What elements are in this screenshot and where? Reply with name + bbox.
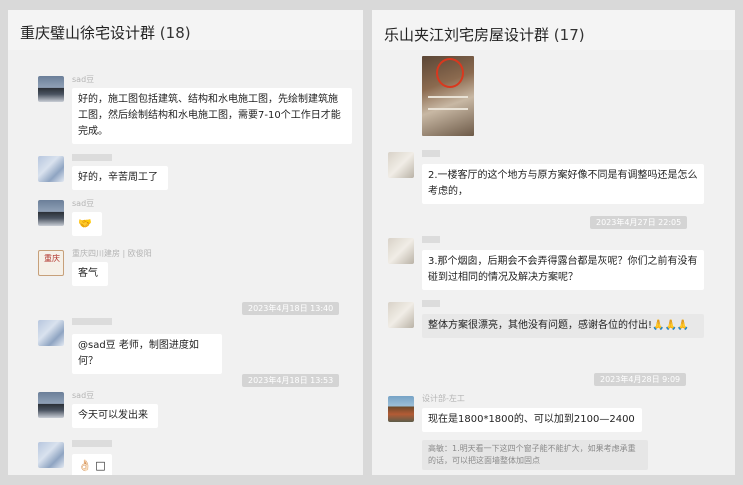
sender-name-blurred (422, 150, 440, 157)
chat-panel-left: 重庆璧山徐宅设计群 (18) sad豆 好的，施工图包括建筑、结构和水电施工图，… (8, 10, 363, 475)
avatar-seal-text: 重庆 (44, 254, 60, 263)
avatar[interactable] (38, 442, 64, 468)
timestamp: 2023年4月18日 13:53 (242, 374, 340, 387)
message-bubble[interactable]: 👌🏻 □ (72, 454, 112, 475)
message-bubble[interactable]: 好的，辛苦周工了 (72, 166, 168, 190)
group-title[interactable]: 乐山夹江刘宅房屋设计群 (17) (384, 24, 585, 45)
message-bubble[interactable]: 整体方案很漂亮，其他没有问题，感谢各位的付出!🙏🙏🙏 (422, 314, 704, 338)
chat-panel-right: 乐山夹江刘宅房屋设计群 (17) 2.一楼客厅的这个地方与原方案好像不同是有调整… (372, 10, 735, 475)
highlight-circle (436, 58, 464, 88)
sender-name-blurred (72, 154, 112, 161)
avatar[interactable] (388, 152, 414, 178)
message-bubble[interactable]: 好的，施工图包括建筑、结构和水电施工图，先绘制建筑施工图，然后绘制结构和水电施工… (72, 88, 352, 144)
avatar[interactable] (38, 320, 64, 346)
message-bubble[interactable]: 🤝 (72, 212, 102, 236)
sender-name: sad豆 (72, 75, 95, 84)
timestamp: 2023年4月27日 22:05 (590, 216, 688, 229)
group-title[interactable]: 重庆璧山徐宅设计群 (18) (20, 22, 191, 43)
railing-line (428, 96, 468, 98)
avatar[interactable] (388, 302, 414, 328)
message-bubble[interactable]: 2.一楼客厅的这个地方与原方案好像不同是有调整吗还是怎么考虑的， (422, 164, 704, 204)
sender-name-blurred (422, 300, 440, 307)
avatar[interactable] (38, 76, 64, 102)
message-bubble[interactable]: 3.那个烟囱，后期会不会弄得露台都是灰呢？你们之前有没有碰到过相同的情况及解决方… (422, 250, 704, 290)
chat-header-left: 重庆璧山徐宅设计群 (18) (8, 10, 363, 50)
sender-name: sad豆 (72, 391, 95, 400)
avatar[interactable] (388, 396, 414, 422)
avatar[interactable]: 重庆 (38, 250, 64, 276)
sender-name-blurred (422, 236, 440, 243)
image-message[interactable] (422, 56, 474, 136)
sender-name: 设计部-左工 (422, 394, 465, 403)
member-count: (17) (553, 26, 585, 44)
member-count: (18) (159, 24, 191, 42)
avatar[interactable] (38, 392, 64, 418)
timestamp: 2023年4月18日 13:40 (242, 302, 340, 315)
sender-name-blurred (72, 440, 112, 447)
group-name: 重庆璧山徐宅设计群 (20, 24, 156, 42)
sender-name: 重庆四川建房 | 欧俊阳 (72, 249, 152, 258)
message-list-right[interactable]: 2.一楼客厅的这个地方与原方案好像不同是有调整吗还是怎么考虑的， 2023年4月… (372, 50, 735, 475)
sender-name: sad豆 (72, 199, 95, 208)
sender-name-blurred (72, 318, 112, 325)
timestamp: 2023年4月28日 9:09 (594, 373, 687, 386)
message-bubble[interactable]: 客气 (72, 262, 108, 286)
chat-header-right: 乐山夹江刘宅房屋设计群 (17) (372, 10, 735, 50)
message-list-left[interactable]: sad豆 好的，施工图包括建筑、结构和水电施工图，先绘制建筑施工图，然后绘制结构… (8, 50, 363, 475)
message-bubble[interactable]: 现在是1800*1800的、可以加到2100—2400 (422, 408, 642, 432)
quoted-message[interactable]: 高敏：1.明天看一下这四个窗子能不能扩大，如果考虑承重的话，可以把这面墙整体加固… (422, 440, 648, 470)
group-name: 乐山夹江刘宅房屋设计群 (384, 26, 550, 44)
avatar[interactable] (388, 238, 414, 264)
avatar[interactable] (38, 200, 64, 226)
railing-line (428, 108, 468, 110)
message-bubble[interactable]: @sad豆 老师，制图进度如何？ (72, 334, 222, 374)
message-bubble[interactable]: 今天可以发出来 (72, 404, 158, 428)
avatar[interactable] (38, 156, 64, 182)
